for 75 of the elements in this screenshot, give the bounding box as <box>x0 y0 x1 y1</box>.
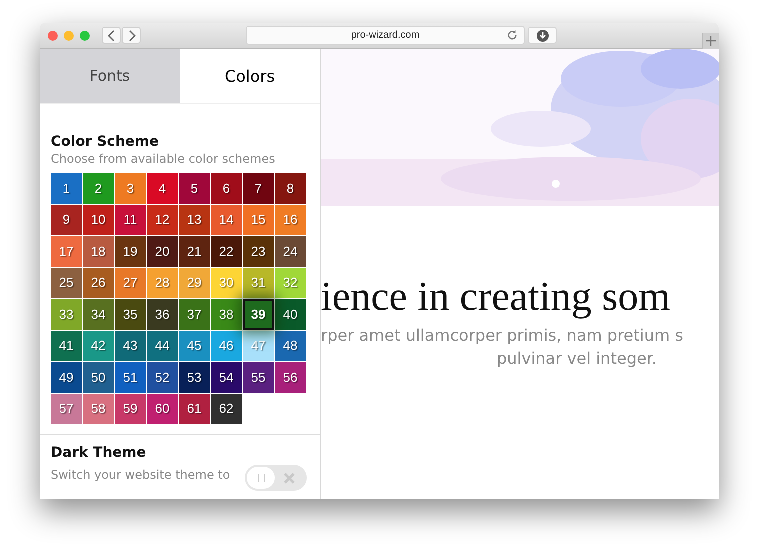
color-swatch[interactable]: 54 <box>211 362 242 392</box>
color-swatch[interactable]: 26 <box>83 268 114 298</box>
color-swatch[interactable]: 39 <box>243 299 274 330</box>
plus-icon <box>706 36 716 46</box>
color-swatch[interactable]: 1 <box>51 173 82 204</box>
body-text: pulvinar vel integer. <box>497 349 658 368</box>
chevron-left-icon <box>108 30 116 42</box>
color-swatch[interactable]: 42 <box>83 330 114 361</box>
forward-button[interactable] <box>122 27 141 44</box>
color-swatch[interactable]: 23 <box>243 236 274 266</box>
color-swatch[interactable]: 10 <box>83 204 114 235</box>
color-swatch[interactable]: 59 <box>115 394 146 424</box>
color-swatch[interactable]: 2 <box>83 173 114 204</box>
section-title: Color Scheme <box>51 134 160 150</box>
color-swatch[interactable]: 49 <box>51 362 82 392</box>
headline: ience in creating som <box>321 272 672 320</box>
color-swatch[interactable]: 57 <box>51 394 82 424</box>
address-bar[interactable]: pro-wizard.com <box>246 26 525 45</box>
color-swatch[interactable]: 36 <box>147 299 178 330</box>
color-swatch[interactable]: 27 <box>115 268 146 298</box>
download-button[interactable] <box>528 27 557 44</box>
color-swatch[interactable]: 41 <box>51 330 82 361</box>
color-swatch[interactable]: 58 <box>83 394 114 424</box>
color-swatch[interactable]: 60 <box>147 394 178 424</box>
color-swatch[interactable]: 7 <box>243 173 274 204</box>
color-swatch[interactable]: 24 <box>275 236 306 266</box>
color-swatch[interactable]: 15 <box>243 204 274 235</box>
color-swatch[interactable]: 5 <box>179 173 210 204</box>
color-swatch[interactable]: 20 <box>147 236 178 266</box>
color-swatch[interactable]: 19 <box>115 236 146 266</box>
section-title: Dark Theme <box>51 445 148 461</box>
color-swatch[interactable]: 43 <box>115 330 146 361</box>
color-swatch[interactable]: 18 <box>83 236 114 266</box>
color-swatch[interactable]: 9 <box>51 204 82 235</box>
color-swatch[interactable]: 8 <box>275 173 306 204</box>
color-swatch[interactable]: 12 <box>147 204 178 235</box>
color-swatch[interactable]: 50 <box>83 362 114 392</box>
download-icon <box>536 30 548 42</box>
color-swatch[interactable]: 35 <box>115 299 146 330</box>
color-swatch[interactable]: 51 <box>115 362 146 392</box>
color-swatch[interactable]: 34 <box>83 299 114 330</box>
color-swatch[interactable]: 62 <box>211 394 242 424</box>
color-swatch[interactable]: 37 <box>179 299 210 330</box>
color-swatch[interactable]: 53 <box>179 362 210 392</box>
panel-tab[interactable]: Fonts <box>40 49 180 103</box>
section-subtitle: Switch your website theme to <box>51 468 230 483</box>
body-text: rper amet ullamcorper primis, nam pretium s <box>321 326 685 345</box>
section-subtitle: Choose from available color schemes <box>51 152 276 167</box>
color-swatch[interactable]: 25 <box>51 268 82 298</box>
color-swatch[interactable]: 13 <box>179 204 210 235</box>
color-swatch[interactable]: 40 <box>275 299 306 330</box>
reload-icon[interactable] <box>507 30 518 41</box>
color-swatch[interactable]: 56 <box>275 362 306 392</box>
close-icon[interactable] <box>48 30 58 40</box>
new-tab-button[interactable] <box>702 32 719 48</box>
toggle-switch[interactable] <box>245 465 307 491</box>
color-swatch[interactable]: 22 <box>211 236 242 266</box>
color-swatch[interactable]: 52 <box>147 362 178 392</box>
color-swatch[interactable]: 45 <box>179 330 210 361</box>
color-swatch[interactable]: 17 <box>51 236 82 266</box>
chevron-right-icon <box>128 30 136 42</box>
color-swatch[interactable]: 4 <box>147 173 178 204</box>
color-swatch[interactable]: 61 <box>179 394 210 424</box>
color-swatch[interactable]: 21 <box>179 236 210 266</box>
color-swatch[interactable]: 44 <box>147 330 178 361</box>
color-swatch[interactable]: 38 <box>211 299 242 330</box>
url-text: pro-wizard.com <box>351 30 420 41</box>
zoom-icon[interactable] <box>80 30 90 40</box>
back-button[interactable] <box>102 27 121 44</box>
color-swatch[interactable]: 6 <box>211 173 242 204</box>
color-swatch[interactable]: 14 <box>211 204 242 235</box>
color-swatch[interactable]: 48 <box>275 330 306 361</box>
close-icon <box>284 473 295 484</box>
color-swatch[interactable]: 55 <box>243 362 274 392</box>
color-swatch[interactable]: 11 <box>115 204 146 235</box>
